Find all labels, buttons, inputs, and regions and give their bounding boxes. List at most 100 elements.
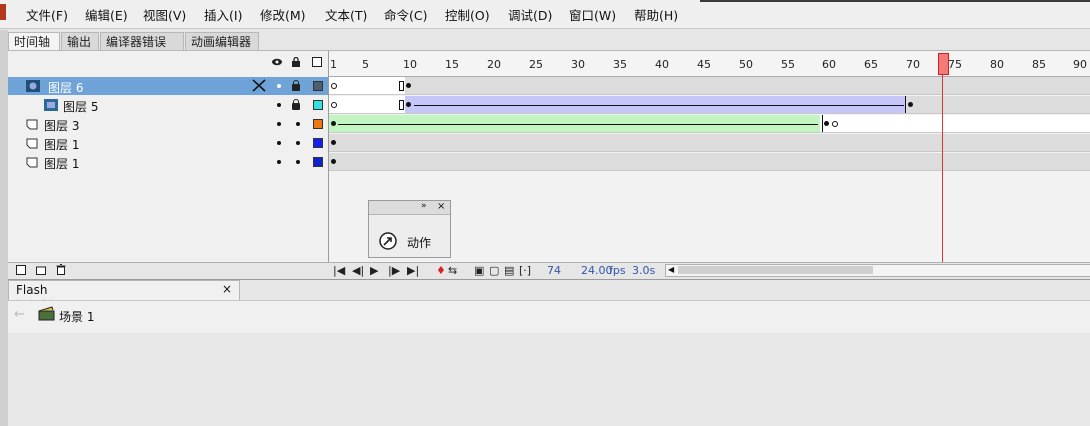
menu-bar: 文件(F) 编辑(E) 视图(V) 插入(I) 修改(M) 文本(T) 命令(C… xyxy=(0,0,1090,29)
new-layer-icon[interactable] xyxy=(16,265,26,275)
layer-row-1a[interactable]: 图层 1 xyxy=(8,134,328,152)
edit-multiple-button[interactable]: ▤ xyxy=(504,264,514,277)
trash-icon[interactable] xyxy=(56,264,66,275)
scrollbar-thumb[interactable] xyxy=(678,266,873,274)
layer-row-5[interactable]: 图层 5 xyxy=(8,96,328,114)
ruler-label: 45 xyxy=(697,58,711,71)
layer-page-icon xyxy=(26,119,38,130)
layer-page-icon xyxy=(26,157,38,168)
new-folder-icon[interactable] xyxy=(36,265,46,275)
menu-edit[interactable]: 编辑(E) xyxy=(85,5,128,24)
layer-name[interactable]: 图层 6 xyxy=(48,79,83,96)
frames-layer-1b[interactable] xyxy=(329,153,1090,171)
left-gutter xyxy=(0,30,8,426)
menu-control[interactable]: 控制(O) xyxy=(445,5,490,24)
next-frame-button[interactable]: |▶ xyxy=(388,264,400,277)
ruler-label: 65 xyxy=(864,58,878,71)
close-icon[interactable]: × xyxy=(437,201,445,212)
prev-frame-button[interactable]: ◀| xyxy=(352,264,364,277)
playhead-line xyxy=(942,60,943,262)
ruler-label: 35 xyxy=(613,58,627,71)
ruler-label: 10 xyxy=(403,58,417,71)
menu-window[interactable]: 窗口(W) xyxy=(569,5,616,24)
elapsed-time[interactable]: 3.0s xyxy=(632,264,655,277)
loop-button[interactable]: ⇆ xyxy=(448,264,457,277)
tab-output[interactable]: 输出 xyxy=(61,32,99,50)
modify-markers-button[interactable]: [·] xyxy=(519,264,531,277)
symbol-layer-icon xyxy=(44,99,58,111)
last-frame-button[interactable]: ▶| xyxy=(407,264,419,277)
eye-icon[interactable] xyxy=(272,57,282,67)
frames-layer-6[interactable] xyxy=(329,77,1090,95)
menu-view[interactable]: 视图(V) xyxy=(143,5,186,24)
scene-bar xyxy=(8,300,1090,334)
layer-color-swatch[interactable] xyxy=(313,157,323,167)
lock-icon[interactable] xyxy=(291,57,301,67)
menu-debug[interactable]: 调试(D) xyxy=(508,5,552,24)
ruler-label: 50 xyxy=(739,58,753,71)
clapperboard-icon xyxy=(38,306,55,321)
layer-row-3[interactable]: 图层 3 xyxy=(8,115,328,133)
pencil-crossed-icon xyxy=(252,79,266,92)
ruler-label: 1 xyxy=(330,58,337,71)
tab-compiler-errors[interactable]: 编译器错误 xyxy=(100,32,184,50)
play-button[interactable]: ▶ xyxy=(370,264,378,277)
ruler-label: 90 xyxy=(1073,58,1087,71)
menu-text[interactable]: 文本(T) xyxy=(325,5,367,24)
ruler-label: 25 xyxy=(529,58,543,71)
tab-timeline[interactable]: 时间轴 xyxy=(8,32,60,50)
outline-icon[interactable] xyxy=(312,57,322,67)
actions-label: 动作 xyxy=(407,236,432,250)
onion-skin-button[interactable]: ▣ xyxy=(474,264,484,277)
ruler-label: 15 xyxy=(445,58,459,71)
layer-color-swatch[interactable] xyxy=(313,119,323,129)
ruler-label: 5 xyxy=(362,58,369,71)
first-frame-button[interactable]: |◀ xyxy=(333,264,345,277)
back-arrow-icon[interactable]: ← xyxy=(14,307,25,322)
actions-panel[interactable]: » × 动作 xyxy=(368,200,451,258)
ruler-label: 70 xyxy=(906,58,920,71)
frames-layer-5[interactable] xyxy=(329,96,1090,114)
title-strip xyxy=(700,0,1090,2)
layer-name[interactable]: 图层 5 xyxy=(63,98,98,115)
app-logo xyxy=(0,4,6,20)
ruler-label: 85 xyxy=(1032,58,1046,71)
layer-row-6[interactable]: 图层 6 xyxy=(8,77,328,95)
layer-row-1b[interactable]: 图层 1 xyxy=(8,153,328,171)
layer-color-swatch[interactable] xyxy=(313,81,323,91)
layer-color-swatch[interactable] xyxy=(313,138,323,148)
layer-color-swatch[interactable] xyxy=(313,100,323,110)
menu-help[interactable]: 帮助(H) xyxy=(634,5,678,24)
onion-outline-button[interactable]: ▢ xyxy=(489,264,499,277)
menu-commands[interactable]: 命令(C) xyxy=(384,5,427,24)
fps-unit: fps xyxy=(609,264,626,277)
ruler-label: 80 xyxy=(990,58,1004,71)
tab-motion-editor[interactable]: 动画编辑器 xyxy=(185,32,259,50)
center-frame-button[interactable]: ♦ xyxy=(436,264,446,277)
menu-modify[interactable]: 修改(M) xyxy=(260,5,306,24)
collapse-icon[interactable]: » xyxy=(421,201,427,211)
ruler-label: 20 xyxy=(487,58,501,71)
stage-area[interactable] xyxy=(8,333,1090,426)
actions-icon xyxy=(379,232,397,250)
ruler-label: 75 xyxy=(948,58,962,71)
scroll-left-arrow[interactable]: ◀ xyxy=(668,265,677,274)
menu-file[interactable]: 文件(F) xyxy=(26,5,68,24)
tween-layer-icon xyxy=(26,80,40,92)
scene-label[interactable]: 场景 1 xyxy=(59,308,94,325)
ruler-label: 55 xyxy=(781,58,795,71)
ruler-label: 30 xyxy=(571,58,585,71)
close-tab-icon[interactable]: × xyxy=(222,282,232,296)
fps-value[interactable]: 24.00 xyxy=(581,264,613,277)
menu-insert[interactable]: 插入(I) xyxy=(204,5,242,24)
layer-page-icon xyxy=(26,138,38,149)
frames-layer-3[interactable] xyxy=(329,115,1090,133)
frames-layer-1a[interactable] xyxy=(329,134,1090,152)
layer-name[interactable]: 图层 3 xyxy=(44,117,79,134)
current-frame[interactable]: 74 xyxy=(547,264,561,277)
layer-name[interactable]: 图层 1 xyxy=(44,155,79,172)
ruler-label: 40 xyxy=(655,58,669,71)
playhead[interactable] xyxy=(938,53,949,75)
layer-name[interactable]: 图层 1 xyxy=(44,136,79,153)
ruler-label: 60 xyxy=(822,58,836,71)
